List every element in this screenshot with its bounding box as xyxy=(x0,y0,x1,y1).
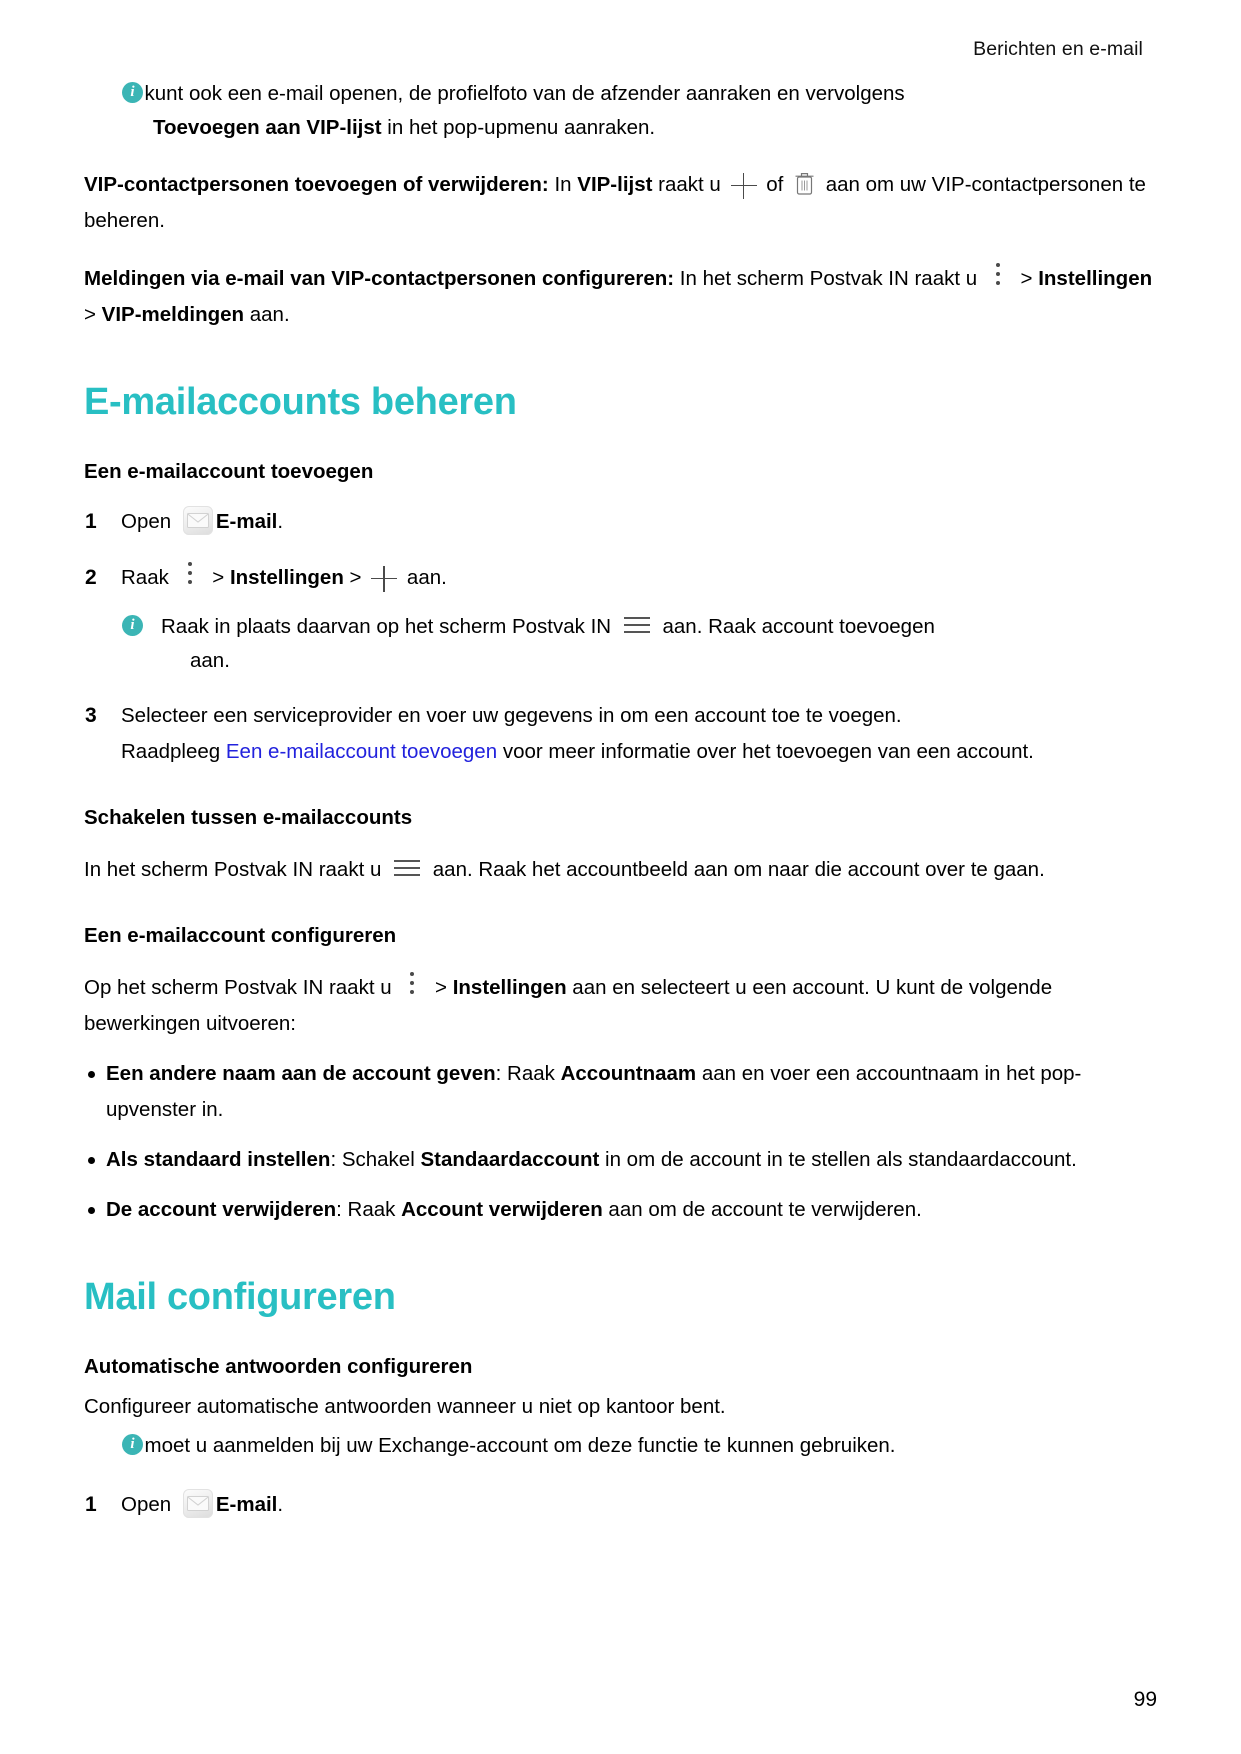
step-continuation: Raadpleeg Een e-mailaccount toevoegen vo… xyxy=(121,734,1157,770)
bullet-text-2: in om de account in te stellen als stand… xyxy=(599,1148,1077,1171)
step-item: 1 Open E-mail. xyxy=(84,504,1157,540)
step-text-2: > xyxy=(206,566,230,589)
section-heading-configure-mail: Mail configureren xyxy=(84,1276,396,1318)
para-text-1: In xyxy=(548,173,578,196)
step-number: 1 xyxy=(85,510,97,533)
step-item: 2 Raak > Instellingen > aan. i Raak in pl… xyxy=(84,560,1157,678)
list-item: Als standaard instellen: Schakel Standaa… xyxy=(84,1142,1157,1178)
para-text-1: Op het scherm Postvak IN raakt u xyxy=(84,976,398,999)
bullet-text-1: : Raak xyxy=(336,1198,402,1221)
note-vip-add: i U kunt ook een e-mail openen, de profi… xyxy=(84,77,1157,145)
para-text-3: > xyxy=(84,303,102,326)
hamburger-menu-icon xyxy=(394,858,421,878)
para-bold-instellingen: Instellingen xyxy=(452,976,567,999)
para-text-1: In het scherm Postvak IN raakt u xyxy=(674,267,983,290)
paragraph-configure-account: Op het scherm Postvak IN raakt u > Inste… xyxy=(84,970,1157,1042)
bullet-bold-lead: Een andere naam aan de account geven xyxy=(106,1062,496,1085)
plus-icon xyxy=(730,172,757,199)
note-bold-term: Toevoegen aan VIP-lijst xyxy=(153,116,382,139)
info-icon: i xyxy=(122,1434,143,1455)
para-bold-viplijst: VIP-lijst xyxy=(577,173,653,196)
hamburger-menu-icon xyxy=(623,615,650,635)
step-text-2: Raadpleeg xyxy=(121,740,226,763)
step-text-1: Open xyxy=(121,510,177,533)
bullet-bold-lead: Als standaard instellen xyxy=(106,1148,331,1171)
para-text-2: raakt u xyxy=(652,173,727,196)
step-text-3: > xyxy=(343,566,368,589)
mail-app-icon xyxy=(182,1489,213,1518)
note-line-1: U kunt ook een e-mail openen, de profiel… xyxy=(124,82,905,105)
step-text-1: Raak xyxy=(121,566,175,589)
note-line-1: U moet u aanmelden bij uw Exchange-accou… xyxy=(124,1434,896,1457)
bullet-text-1: : Schakel xyxy=(330,1148,421,1171)
subheading-switch-accounts: Schakelen tussen e-mailaccounts xyxy=(84,806,413,829)
mail-app-icon xyxy=(182,506,213,535)
note-line-2: aan. xyxy=(190,649,230,672)
list-item: Een andere naam aan de account geven: Ra… xyxy=(84,1056,1157,1128)
running-header: Berichten en e-mail xyxy=(973,38,1143,60)
trash-icon xyxy=(794,171,815,196)
bullet-bold-term: Standaardaccount xyxy=(420,1148,600,1171)
note-text-1: Raak in plaats daarvan op het scherm Pos… xyxy=(161,615,617,638)
step-item: 3 Selecteer een serviceprovider en voer u… xyxy=(84,698,1157,770)
paragraph-auto-reply-intro: Configureer automatische antwoorden wann… xyxy=(84,1395,726,1418)
three-dots-vertical-icon xyxy=(184,560,198,588)
bullet-text-1: : Raak xyxy=(495,1062,561,1085)
para-bold-instellingen: Instellingen xyxy=(1038,267,1153,290)
step-text-3: voor meer informatie over het toevoegen … xyxy=(497,740,951,763)
para-text-4: aan. xyxy=(244,303,290,326)
paragraph-switch-accounts: In het scherm Postvak IN raakt u aan. Ra… xyxy=(84,852,1157,888)
subheading-configure-account: Een e-mailaccount configureren xyxy=(84,924,397,947)
info-icon: i xyxy=(122,615,143,636)
step-item: 1 Open E-mail. xyxy=(84,1487,1157,1523)
bullet-bold-lead: De account verwijderen xyxy=(106,1198,337,1221)
subheading-add-account: Een e-mailaccount toevoegen xyxy=(84,460,374,483)
paragraph-vip-notifications: Meldingen via e-mail van VIP-contactpers… xyxy=(84,261,1157,333)
step-number: 3 xyxy=(85,704,97,727)
para-bold-lead: VIP-contactpersonen toevoegen of verwijd… xyxy=(84,173,549,196)
step-bold-instellingen: Instellingen xyxy=(229,566,344,589)
step-text-4: aan. xyxy=(401,566,447,589)
info-icon: i xyxy=(122,82,143,103)
note-inbox-hamburger: i Raak in plaats daarvan op het scherm P… xyxy=(121,610,1157,678)
para-bold-lead-notifications: Meldingen via e-mail van VIP-contactpers… xyxy=(84,267,675,290)
section-heading-manage-accounts: E-mailaccounts beheren xyxy=(84,381,517,423)
step-text-4: account. xyxy=(956,740,1034,763)
note-line-2: Toevoegen aan VIP-lijst in het pop-upmen… xyxy=(124,111,1157,145)
step-bold-email: E-mail xyxy=(215,510,278,533)
three-dots-vertical-icon xyxy=(406,970,420,998)
note-line-2-rest: in het pop-upmenu aanraken. xyxy=(381,116,656,139)
bullet-bold-term: Accountnaam xyxy=(560,1062,697,1085)
paragraph-vip-add-remove: VIP-contactpersonen toevoegen of verwijd… xyxy=(84,167,1157,239)
bullet-bold-term: Account verwijderen xyxy=(401,1198,603,1221)
para-bold-vipmeldingen: VIP-meldingen xyxy=(101,303,245,326)
para-text-3: of xyxy=(760,173,790,196)
para-text-1: In het scherm Postvak IN raakt u xyxy=(84,858,388,881)
step-text-1: Selecteer een serviceprovider en voer uw… xyxy=(121,704,902,727)
para-text-2: aan. Raak het accountbeeld aan om naar d… xyxy=(427,858,1045,881)
note-exchange-account: i U moet u aanmelden bij uw Exchange-acc… xyxy=(84,1429,1157,1463)
subheading-auto-reply: Automatische antwoorden configureren xyxy=(84,1355,473,1378)
cross-reference-link[interactable]: Een e-mailaccount toevoegen xyxy=(226,740,497,763)
step-number: 1 xyxy=(85,1493,97,1516)
three-dots-vertical-icon xyxy=(992,261,1006,289)
bullet-text-2: aan om de account te verwijderen. xyxy=(602,1198,922,1221)
step-bold-email: E-mail xyxy=(215,1493,278,1516)
list-item: De account verwijderen: Raak Account ver… xyxy=(84,1192,1157,1228)
step-text-2: . xyxy=(277,1493,284,1516)
step-text-1: Open xyxy=(121,1493,177,1516)
note-line-1: Raak in plaats daarvan op het scherm Pos… xyxy=(161,610,1157,644)
para-text-2: > xyxy=(1014,267,1039,290)
step-text-2: . xyxy=(277,510,284,533)
plus-icon xyxy=(371,565,398,592)
para-text-2: > xyxy=(429,976,453,999)
note-text-2: aan. Raak account toevoegen xyxy=(656,615,935,638)
document-page: Berichten en e-mail i U kunt ook een e-m… xyxy=(0,0,1241,1754)
step-number: 2 xyxy=(85,566,97,589)
page-number: 99 xyxy=(1133,1688,1157,1711)
